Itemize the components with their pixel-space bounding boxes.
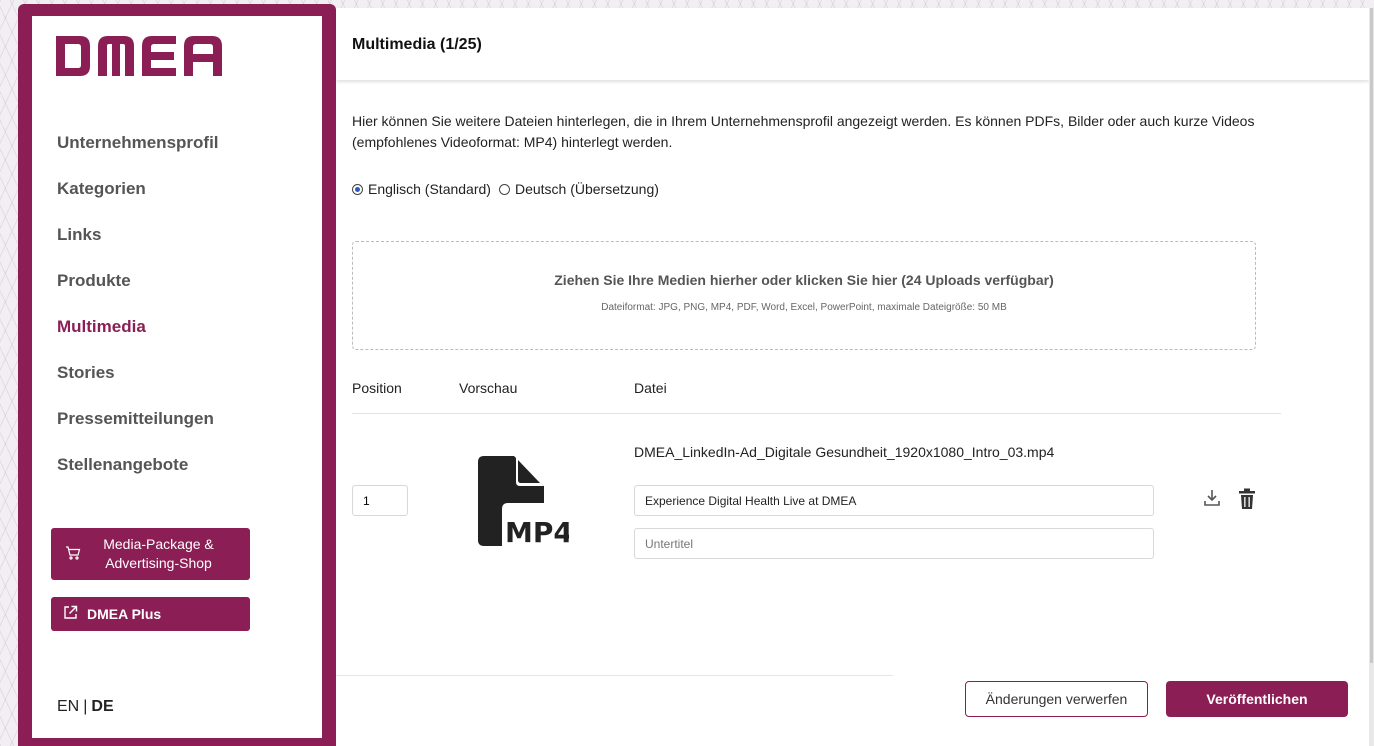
dmea-plus-button[interactable]: DMEA Plus — [51, 597, 250, 631]
radio-german-dot[interactable] — [498, 183, 510, 195]
radio-german[interactable]: Deutsch (Übersetzung) — [498, 181, 659, 197]
sidebar-item-produkte[interactable]: Produkte — [57, 268, 307, 314]
header-position: Position — [352, 380, 402, 396]
media-package-shop-button[interactable]: Media-Package & Advertising-Shop — [51, 528, 250, 580]
radio-english-dot[interactable] — [352, 183, 363, 195]
header-file: Datei — [634, 380, 667, 396]
sidebar-item-pressemitteilungen[interactable]: Pressemitteilungen — [57, 406, 307, 452]
sidebar-item-stellenangebote[interactable]: Stellenangebote — [57, 452, 307, 498]
dmea-plus-label: DMEA Plus — [87, 606, 162, 622]
radio-german-label: Deutsch (Übersetzung) — [514, 181, 659, 197]
shop-button-line1: Media-Package & — [103, 536, 214, 552]
publish-button[interactable]: Veröffentlichen — [1166, 681, 1348, 717]
sidebar: Unternehmensprofil Kategorien Links Prod… — [18, 4, 336, 746]
footer-divider — [336, 675, 893, 676]
upload-dropzone[interactable]: Ziehen Sie Ihre Medien hierher oder klic… — [352, 241, 1256, 350]
lang-de[interactable]: DE — [91, 698, 113, 715]
lang-en[interactable]: EN — [57, 698, 79, 715]
sidebar-nav: Unternehmensprofil Kategorien Links Prod… — [57, 130, 307, 498]
sidebar-item-links[interactable]: Links — [57, 222, 307, 268]
main-content: Multimedia (1/25) Hier können Sie weiter… — [336, 8, 1369, 746]
sidebar-item-kategorien[interactable]: Kategorien — [57, 176, 307, 222]
scrollbar-thumb[interactable] — [1370, 8, 1373, 663]
media-title-input[interactable] — [634, 485, 1154, 516]
mp4-label: MP4 — [505, 516, 569, 546]
sidebar-item-unternehmensprofil[interactable]: Unternehmensprofil — [57, 130, 307, 176]
trash-icon[interactable] — [1238, 488, 1256, 515]
shop-button-label: Media-Package & Advertising-Shop — [81, 535, 250, 573]
language-switcher: EN | DE — [57, 698, 114, 716]
page-title: Multimedia (1/25) — [352, 36, 482, 53]
discard-changes-button[interactable]: Änderungen verwerfen — [965, 681, 1148, 717]
radio-english-label: Englisch (Standard) — [368, 181, 491, 197]
download-icon[interactable] — [1202, 488, 1222, 513]
dmea-logo[interactable] — [56, 34, 222, 83]
file-name: DMEA_LinkedIn-Ad_Digitale Gesundheit_192… — [634, 444, 1055, 460]
dropzone-title: Ziehen Sie Ihre Medien hierher oder klic… — [554, 272, 1054, 288]
dropzone-subtitle: Dateiformat: JPG, PNG, MP4, PDF, Word, E… — [601, 302, 1007, 313]
lang-separator: | — [83, 698, 88, 715]
media-subtitle-input[interactable] — [634, 528, 1154, 559]
sidebar-item-stories[interactable]: Stories — [57, 360, 307, 406]
external-link-icon — [63, 605, 78, 623]
shop-button-line2: Advertising-Shop — [105, 555, 212, 571]
sidebar-panel: Unternehmensprofil Kategorien Links Prod… — [32, 16, 322, 738]
mp4-file-icon: MP4 — [474, 456, 573, 551]
dmea-logo-mark — [56, 36, 222, 76]
table-header: Position Vorschau Datei — [352, 380, 1281, 414]
sidebar-item-multimedia[interactable]: Multimedia — [57, 314, 307, 360]
position-input[interactable] — [352, 485, 408, 516]
cart-icon — [65, 545, 81, 564]
page-header: Multimedia (1/25) — [336, 8, 1369, 80]
header-preview: Vorschau — [459, 380, 518, 396]
radio-english[interactable]: Englisch (Standard) — [352, 181, 491, 197]
language-radio-group: Englisch (Standard) Deutsch (Übersetzung… — [352, 181, 667, 197]
intro-text: Hier können Sie weitere Dateien hinterle… — [352, 113, 1255, 150]
